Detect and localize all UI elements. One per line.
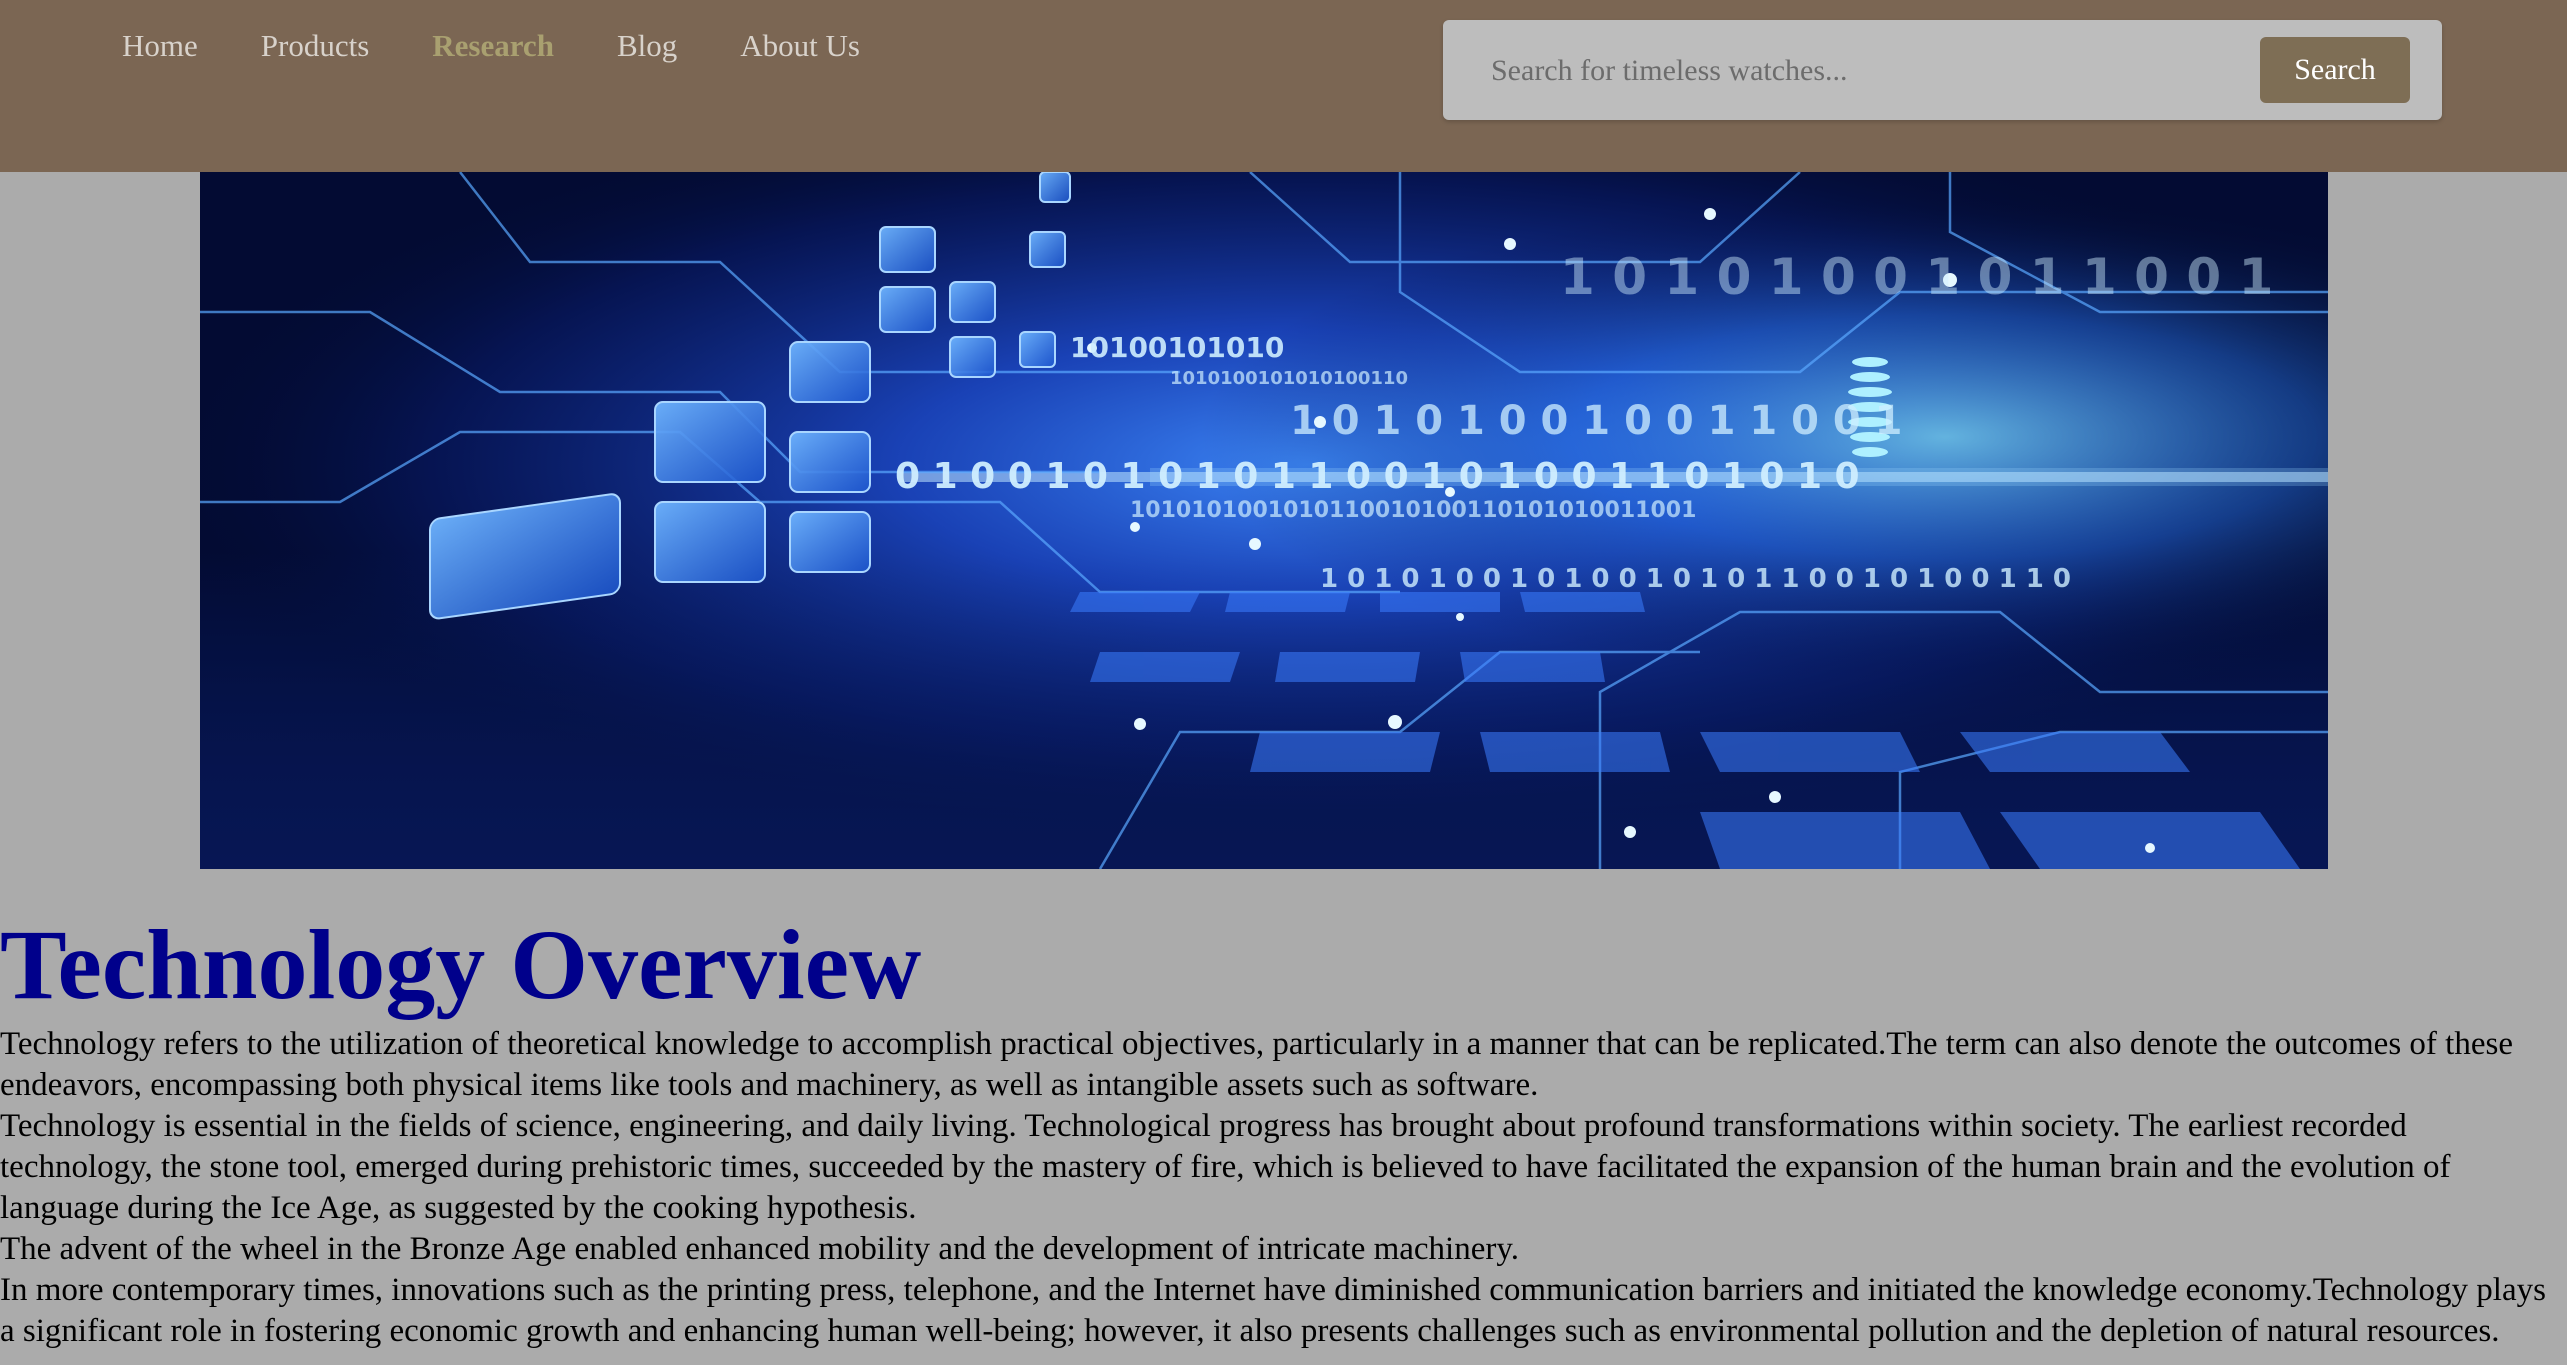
- binary-row: 1 0 1 0 1 0 0 1 0 1 0 0 1 0 1 0 1 1 0 0 …: [1320, 564, 2071, 594]
- hero-banner-image: 10100101010 1010100101010100110 1 0 1 0 …: [200, 172, 2328, 869]
- search-bar: Search: [1443, 20, 2442, 120]
- nav-blog[interactable]: Blog: [617, 26, 677, 66]
- binary-row: 1010101001010110010100110101010011001: [1130, 498, 1696, 523]
- nav-about-us[interactable]: About Us: [740, 26, 860, 66]
- article-paragraph: The advent of the wheel in the Bronze Ag…: [0, 1231, 1519, 1267]
- technology-circuit-illustration: 10100101010 1010100101010100110 1 0 1 0 …: [200, 172, 2328, 869]
- top-navigation-bar: Home Products Research Blog About Us Sea…: [0, 0, 2567, 172]
- nav-home[interactable]: Home: [122, 26, 198, 66]
- search-button[interactable]: Search: [2260, 37, 2410, 103]
- binary-row: 1 0 1 0 1 0 0 1 0 1 1 0 0 1: [1560, 248, 2273, 306]
- article-body: Technology refers to the utilization of …: [0, 1024, 2560, 1352]
- binary-row: 10100101010: [1070, 331, 1284, 364]
- nav-products[interactable]: Products: [261, 26, 370, 66]
- binary-row: 0 1 0 0 1 0 1 0 1 0 1 1 0 0 1 0 1 0 0 1 …: [895, 456, 1860, 497]
- article-paragraph: In more contemporary times, innovations …: [0, 1272, 2546, 1349]
- binary-row: 1 0 1 0 1 0 0 1 0 0 1 1 0 0 1: [1290, 398, 1902, 444]
- article-paragraph: Technology is essential in the fields of…: [0, 1108, 2451, 1226]
- binary-row: 1010100101010100110: [1170, 368, 1408, 389]
- article-paragraph: Technology refers to the utilization of …: [0, 1026, 2513, 1103]
- search-input[interactable]: [1489, 40, 2213, 102]
- page-title: Technology Overview: [0, 909, 922, 1020]
- main-nav: Home Products Research Blog About Us: [122, 26, 923, 66]
- nav-research[interactable]: Research: [432, 26, 554, 66]
